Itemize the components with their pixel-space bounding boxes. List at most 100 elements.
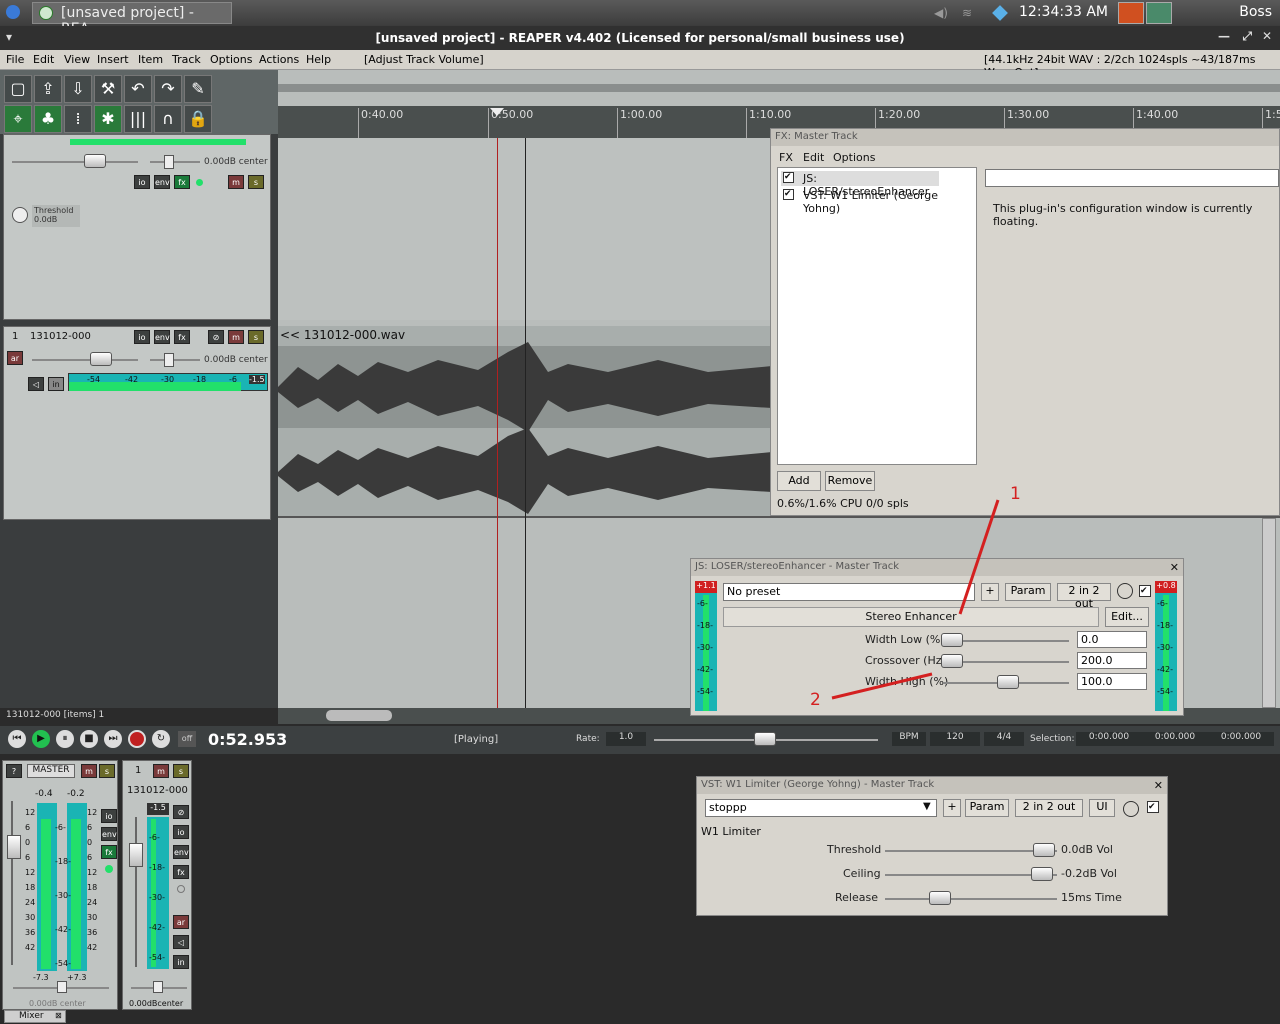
limiter-threshold-knob[interactable] — [1033, 843, 1055, 857]
width-high-value[interactable]: 100.0 — [1077, 673, 1147, 690]
save-project-icon[interactable]: ⇩ — [64, 75, 92, 103]
vst-bypass-checkbox[interactable]: ✔ — [1147, 801, 1159, 813]
fx-menu-fx[interactable]: FX — [779, 151, 793, 164]
bpm-value[interactable]: 120 — [930, 732, 980, 746]
minimize-icon[interactable]: — — [1218, 29, 1230, 43]
limiter-release-knob[interactable] — [929, 891, 951, 905]
menu-track[interactable]: Track — [172, 53, 201, 66]
auto-crossfade-icon[interactable]: ✱ — [94, 105, 122, 133]
undo-icon[interactable]: ↶ — [124, 75, 152, 103]
js-param-button[interactable]: Param — [1005, 583, 1051, 601]
track-pan-slider[interactable] — [150, 359, 200, 361]
track-mute-button[interactable]: m — [228, 330, 244, 344]
track-volume-knob[interactable] — [90, 352, 112, 366]
item-grouping-icon[interactable]: ∩ — [154, 105, 182, 133]
js-edit-button[interactable]: Edit... — [1105, 607, 1149, 627]
remove-fx-button[interactable]: Remove — [825, 471, 875, 491]
mixer-tab-close-icon[interactable]: ⊠ — [55, 1011, 62, 1020]
time-signature[interactable]: 4/4 — [984, 732, 1024, 746]
fx-list-item-vst[interactable]: ✔ VST: W1 Limiter (George Yohng) — [781, 188, 971, 215]
lock-icon[interactable]: 🔒 — [184, 105, 212, 133]
go-to-end-icon[interactable]: ⏭ — [104, 730, 122, 748]
open-project-icon[interactable]: ⇪ — [34, 75, 62, 103]
track-io-button[interactable]: io — [134, 330, 150, 344]
master-fx-button[interactable]: fx — [174, 175, 190, 189]
menu-view[interactable]: View — [64, 53, 90, 66]
master-env-icon[interactable]: env — [101, 827, 117, 841]
mixer-tab[interactable]: Mixer ⊠ — [4, 1010, 66, 1023]
menu-file[interactable]: File — [6, 53, 24, 66]
js-close-icon[interactable]: ✕ — [1170, 561, 1179, 574]
preset-dropdown-icon[interactable]: ▼ — [923, 801, 931, 812]
width-high-knob[interactable] — [997, 675, 1019, 689]
record-icon[interactable] — [128, 730, 146, 748]
master-solo-icon[interactable]: s — [99, 764, 115, 778]
master-pan-knob[interactable] — [164, 155, 174, 169]
auto-mode-button[interactable]: off — [178, 731, 196, 747]
vst-param-button[interactable]: Param — [965, 799, 1009, 817]
track-solo-button[interactable]: s — [248, 330, 264, 344]
master-env-button[interactable]: env — [154, 175, 170, 189]
transport-time[interactable]: 0:52.953 — [208, 730, 287, 749]
js-bypass-checkbox[interactable]: ✔ — [1139, 585, 1151, 597]
input-button[interactable]: in — [48, 377, 64, 391]
crossover-knob[interactable] — [941, 654, 963, 668]
phase-icon[interactable]: ⊘ — [208, 330, 224, 344]
maximize-icon[interactable]: ⤢ — [1242, 29, 1252, 44]
taskbar-task-reaper[interactable]: [unsaved project] - REA... — [32, 2, 232, 37]
monitor-icon[interactable]: ◁ — [28, 377, 44, 391]
menu-options[interactable]: Options — [210, 53, 252, 66]
crossover-value[interactable]: 200.0 — [1077, 652, 1147, 669]
master-volume-slider[interactable] — [12, 161, 138, 163]
limiter-ceiling-knob[interactable] — [1031, 867, 1053, 881]
close-icon[interactable]: ✕ — [1262, 29, 1272, 43]
track-pan-knob-mixer[interactable] — [153, 981, 163, 993]
js-preset-select[interactable]: No preset — [723, 583, 975, 601]
track-pan-knob[interactable] — [164, 353, 174, 367]
new-project-icon[interactable]: ▢ — [4, 75, 32, 103]
track-monitor-icon[interactable]: ◁ — [173, 935, 189, 949]
track-name[interactable]: 131012-000 — [30, 331, 91, 342]
js-wet-knob[interactable] — [1117, 583, 1133, 599]
master-volume-knob[interactable] — [84, 154, 106, 168]
mixer-track-name[interactable]: 131012-000 — [127, 785, 188, 796]
redo-icon[interactable]: ↷ — [154, 75, 182, 103]
user-name[interactable]: Boss — [1239, 4, 1272, 20]
files-icon[interactable] — [1118, 2, 1144, 24]
track-mute-icon[interactable]: m — [153, 764, 169, 778]
fx-enable-checkbox[interactable]: ✔ — [783, 189, 794, 200]
menu-insert[interactable]: Insert — [97, 53, 129, 66]
record-arm-button[interactable]: ar — [7, 351, 23, 365]
envelope-points-icon[interactable]: ||| — [124, 105, 152, 133]
track-io-icon[interactable]: io — [173, 825, 189, 839]
track-fx-icon[interactable]: fx — [173, 865, 189, 879]
js-io-button[interactable]: 2 in 2 out — [1057, 583, 1111, 610]
fx-config-field[interactable] — [985, 169, 1279, 187]
reaper-tray-icon[interactable] — [1146, 2, 1172, 24]
track-env-icon[interactable]: env — [173, 845, 189, 859]
selection-length[interactable]: 0:00.000 — [1208, 732, 1274, 746]
vst-preset-add-button[interactable]: + — [943, 799, 961, 817]
selection-end[interactable]: 0:00.000 — [1142, 732, 1208, 746]
threshold-knob[interactable] — [12, 207, 28, 223]
phase-invert-icon[interactable]: ⊘ — [173, 805, 189, 819]
start-menu-icon[interactable] — [6, 5, 20, 19]
clock[interactable]: 12:34:33 AM — [1019, 4, 1108, 20]
wifi-icon[interactable]: ≋ — [962, 6, 972, 20]
track-env-button[interactable]: env — [154, 330, 170, 344]
js-preset-add-button[interactable]: + — [981, 583, 999, 601]
go-to-start-icon[interactable]: ⏮ — [8, 730, 26, 748]
master-pan-knob-mixer[interactable] — [57, 981, 67, 993]
fx-list-item-js[interactable]: ✔ JS: LOSER/stereoEnhancer — [781, 171, 939, 198]
project-settings-icon[interactable]: ⚒ — [94, 75, 122, 103]
add-fx-button[interactable]: Add — [777, 471, 821, 491]
menu-help[interactable]: Help — [306, 53, 331, 66]
edit-cursor-marker-icon[interactable] — [490, 108, 504, 116]
play-icon[interactable]: ▶ — [32, 730, 50, 748]
repeat-icon[interactable]: ↻ — [152, 730, 170, 748]
vst-io-button[interactable]: 2 in 2 out — [1015, 799, 1083, 817]
fx-enable-checkbox[interactable]: ✔ — [783, 172, 794, 183]
width-low-value[interactable]: 0.0 — [1077, 631, 1147, 648]
fx-menu-edit[interactable]: Edit — [803, 151, 824, 164]
limiter-release-slider[interactable] — [885, 898, 1057, 900]
